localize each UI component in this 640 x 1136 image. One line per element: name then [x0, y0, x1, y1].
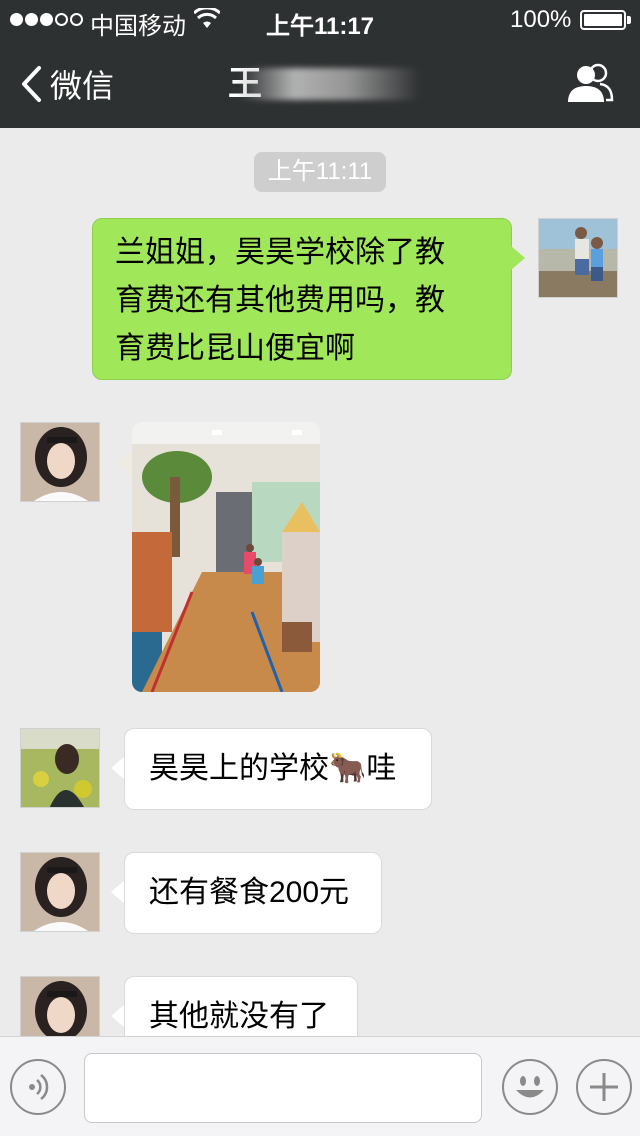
message-line: 育费还有其他费用吗，教	[115, 284, 445, 317]
my-avatar-photo	[539, 219, 617, 297]
more-button[interactable]	[576, 1059, 632, 1115]
incoming-message-bubble[interactable]: 还有餐食200元	[124, 852, 382, 934]
chat-area[interactable]: 上午11:11 兰姐姐，昊昊学校除了教 育费还有其他费用吗，教 育费比昆山便宜啊	[0, 128, 640, 1036]
my-avatar[interactable]	[538, 218, 618, 298]
message-line: 兰姐姐，昊昊学校除了教	[115, 236, 445, 269]
incoming-message-bubble[interactable]: 昊昊上的学校🐂哇	[124, 728, 432, 810]
outgoing-message-bubble[interactable]: 兰姐姐，昊昊学校除了教 育费还有其他费用吗，教 育费比昆山便宜啊	[92, 218, 512, 380]
obscured-title-region	[240, 68, 420, 100]
contact-avatar[interactable]	[20, 422, 100, 502]
battery-tip	[627, 16, 631, 24]
contact-avatar[interactable]	[20, 852, 100, 932]
contacts-icon[interactable]	[566, 62, 614, 106]
message-input[interactable]	[84, 1053, 482, 1123]
input-bar	[0, 1036, 640, 1136]
message-text: 还有餐食200元	[149, 876, 350, 909]
bubble-tail	[511, 246, 525, 270]
message-text: 其他就没有了	[149, 1000, 329, 1033]
bubble-tail	[111, 1004, 125, 1028]
battery-icon	[580, 10, 626, 30]
chat-title: 王	[0, 62, 640, 106]
message-line: 育费比昆山便宜啊	[115, 332, 355, 365]
contact-avatar-photo	[21, 423, 99, 501]
bubble-tail	[111, 880, 125, 904]
classroom-photo	[132, 422, 320, 692]
bubble-tail	[111, 756, 125, 780]
contact2-avatar[interactable]	[20, 728, 100, 808]
contact-avatar-photo	[21, 977, 99, 1036]
contact-avatar[interactable]	[20, 976, 100, 1036]
emoji-button[interactable]	[502, 1059, 558, 1115]
voice-button[interactable]	[10, 1059, 66, 1115]
bubble-tail	[118, 450, 132, 474]
image-message[interactable]	[132, 422, 320, 692]
status-bar: 中国移动 上午11:17 100%	[0, 0, 640, 40]
smiley-icon	[516, 1076, 544, 1098]
contact2-avatar-photo	[21, 729, 99, 807]
message-timestamp: 上午11:11	[254, 152, 386, 192]
battery-percent: 100%	[510, 6, 572, 33]
voice-icon	[29, 1074, 49, 1100]
incoming-message-bubble[interactable]: 其他就没有了	[124, 976, 358, 1036]
contact-avatar-photo	[21, 853, 99, 931]
plus-icon	[590, 1073, 618, 1101]
app-header: 中国移动 上午11:17 100% 微信 王	[0, 0, 640, 128]
message-text: 昊昊上的学校🐂哇	[149, 752, 397, 785]
